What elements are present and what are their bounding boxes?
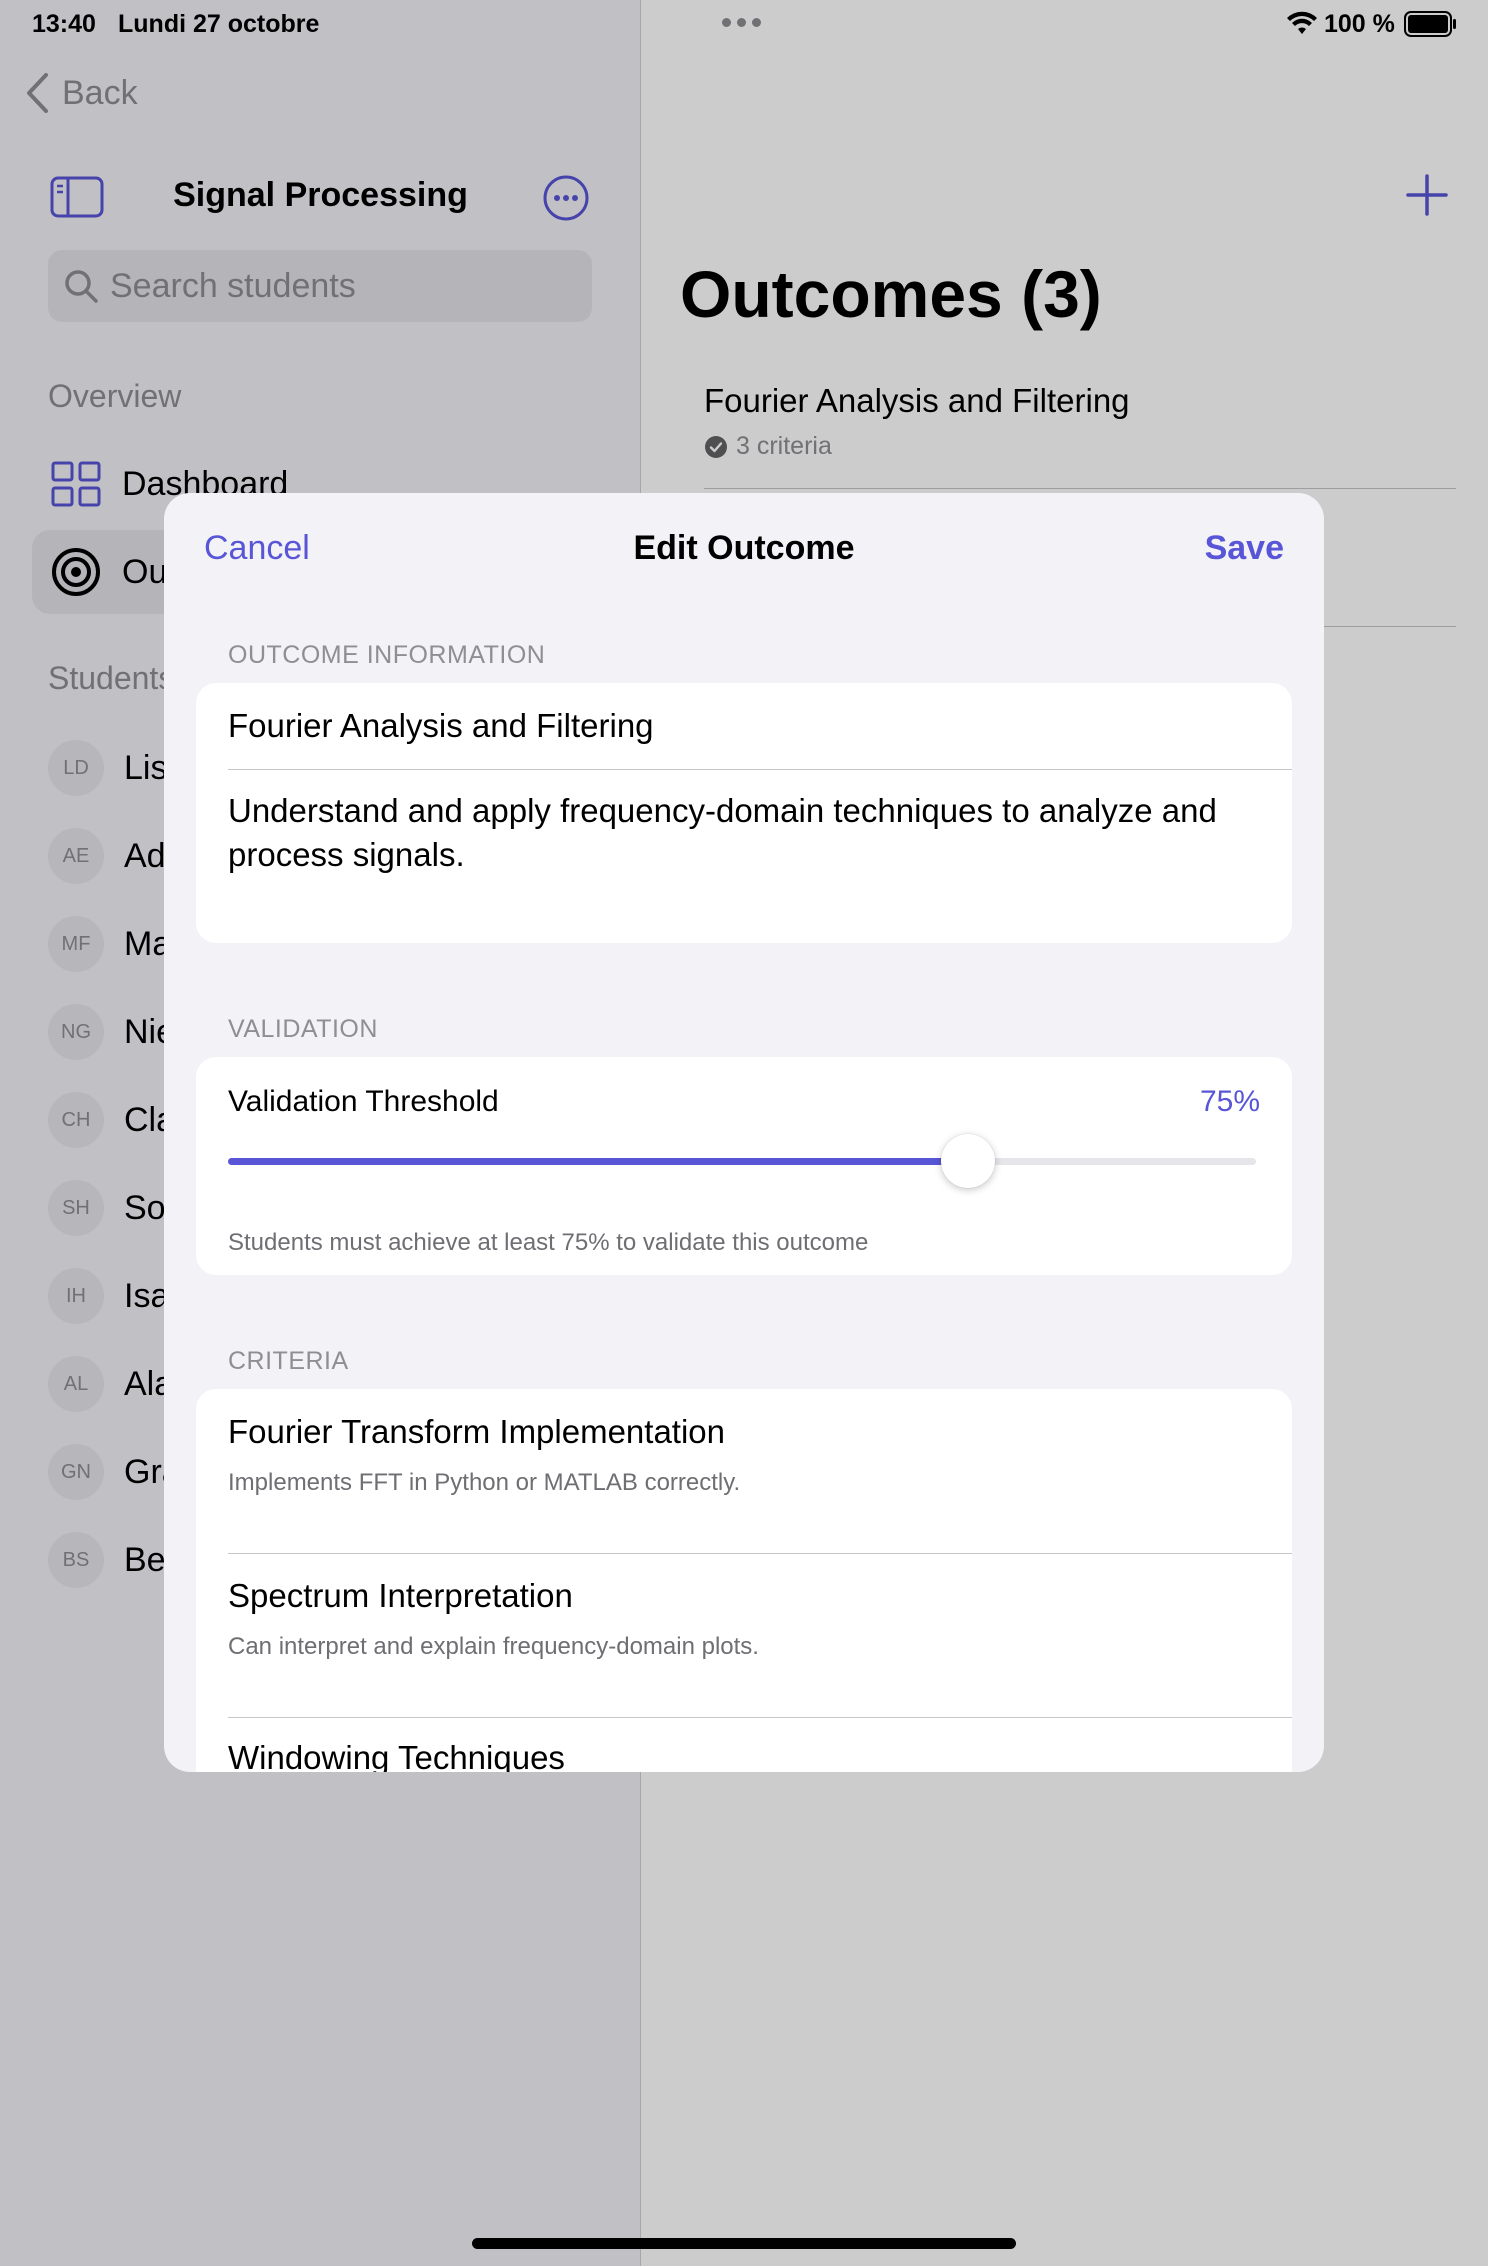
threshold-value: 75% bbox=[1199, 1085, 1260, 1118]
divider bbox=[228, 1553, 1292, 1554]
criterion-row[interactable]: Spectrum Interpretation Can interpret an… bbox=[228, 1577, 1292, 1661]
home-indicator bbox=[472, 2238, 1016, 2249]
criterion-name: Spectrum Interpretation bbox=[228, 1577, 573, 1614]
slider-thumb[interactable] bbox=[941, 1134, 996, 1188]
criterion-description: Implements FFT in Python or MATLAB corre… bbox=[228, 1469, 741, 1496]
validation-card: Validation Threshold 75% Students must a… bbox=[196, 1057, 1292, 1275]
save-button[interactable]: Save bbox=[1205, 529, 1284, 568]
criterion-name: Windowing Techniques bbox=[228, 1739, 565, 1772]
threshold-slider[interactable] bbox=[228, 1134, 1256, 1188]
criteria-card: Fourier Transform Implementation Impleme… bbox=[196, 1389, 1292, 1772]
outcome-information-card: Fourier Analysis and Filtering Understan… bbox=[196, 683, 1292, 943]
cancel-button[interactable]: Cancel bbox=[204, 529, 310, 568]
criterion-name: Fourier Transform Implementation bbox=[228, 1413, 726, 1450]
criterion-description: Can interpret and explain frequency-doma… bbox=[228, 1633, 759, 1660]
outcome-information-section-label: OUTCOME INFORMATION bbox=[228, 641, 546, 669]
slider-fill bbox=[228, 1158, 969, 1165]
outcome-title-field[interactable]: Fourier Analysis and Filtering bbox=[228, 707, 654, 745]
validation-section-label: VALIDATION bbox=[228, 1015, 378, 1043]
threshold-label: Validation Threshold bbox=[228, 1085, 499, 1118]
criteria-section-label: CRITERIA bbox=[228, 1347, 349, 1375]
outcome-description-field[interactable]: Understand and apply frequency-domain te… bbox=[228, 789, 1262, 877]
criterion-row[interactable]: Fourier Transform Implementation Impleme… bbox=[228, 1413, 1292, 1497]
criterion-row[interactable]: Windowing Techniques bbox=[228, 1739, 1292, 1772]
edit-outcome-sheet: Edit Outcome Cancel Save OUTCOME INFORMA… bbox=[164, 493, 1324, 1772]
sheet-title: Edit Outcome bbox=[633, 529, 855, 567]
divider bbox=[228, 769, 1292, 770]
divider bbox=[228, 1717, 1292, 1718]
threshold-hint: Students must achieve at least 75% to va… bbox=[228, 1229, 869, 1256]
